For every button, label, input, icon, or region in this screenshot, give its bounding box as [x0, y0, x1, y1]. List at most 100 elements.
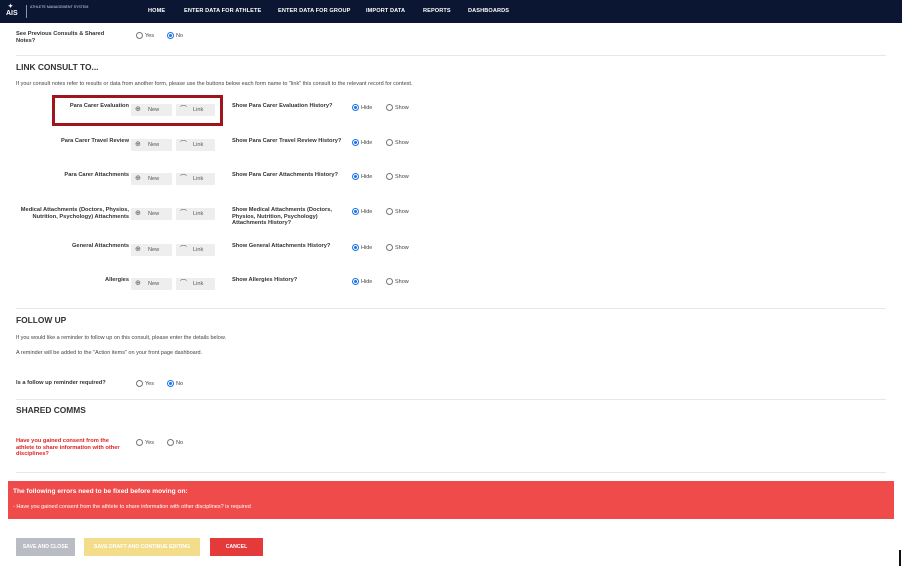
link-button-label: Link	[193, 211, 204, 217]
error-panel: The following errors need to be fixed be…	[8, 481, 894, 519]
radio-label: Hide	[361, 139, 373, 146]
radio-label: Show	[395, 139, 409, 146]
cancel-button[interactable]: CANCEL	[210, 538, 263, 556]
paperclip-icon: ⌒	[180, 141, 187, 148]
radio-label: No	[176, 439, 184, 446]
radio-label: Show	[395, 104, 409, 111]
history-hide-radio[interactable]: Hide	[352, 139, 372, 146]
divider	[16, 399, 886, 400]
highlight-box	[52, 95, 223, 126]
new-button-label: New	[148, 211, 160, 217]
text-cursor	[899, 550, 901, 566]
save-draft-button[interactable]: SAVE DRAFT AND CONTINUE EDITING	[84, 538, 200, 556]
form-name-label: Para Carer Attachments	[64, 172, 129, 178]
plus-circle-icon: ⊕	[135, 246, 141, 253]
nav-import-data[interactable]: IMPORT DATA	[366, 8, 405, 14]
follow-up-yes[interactable]: Yes	[136, 380, 154, 387]
link-record-button[interactable]: ⌒ Link	[176, 139, 215, 151]
history-show-radio[interactable]: Show	[386, 278, 409, 285]
plus-circle-icon: ⊕	[135, 141, 141, 148]
link-button-label: Link	[193, 142, 204, 148]
new-record-button[interactable]: ⊕ New	[131, 139, 172, 151]
logo-mark: AIS	[6, 10, 18, 17]
plus-circle-icon: ⊕	[135, 280, 141, 287]
history-hide-radio[interactable]: Hide	[352, 244, 372, 251]
paperclip-icon: ⌒	[180, 175, 187, 182]
history-hide-radio[interactable]: Hide	[352, 278, 372, 285]
radio-icon	[136, 439, 143, 446]
radio-label: Hide	[361, 244, 373, 251]
nav-enter-data-group[interactable]: ENTER DATA FOR GROUP	[278, 8, 350, 14]
radio-label: Show	[395, 278, 409, 285]
radio-selected-icon	[352, 104, 359, 111]
history-hide-radio[interactable]: Hide	[352, 104, 372, 111]
new-button-label: New	[148, 247, 160, 253]
history-show-radio[interactable]: Show	[386, 208, 409, 215]
radio-icon	[386, 139, 393, 146]
link-record-button[interactable]: ⌒ Link	[176, 244, 215, 256]
see-previous-no[interactable]: No	[167, 32, 183, 39]
form-name-label: General Attachments	[72, 243, 129, 249]
link-button-label: Link	[193, 247, 204, 253]
radio-selected-icon	[352, 208, 359, 215]
divider	[16, 308, 886, 309]
shared-comms-heading: SHARED COMMS	[16, 405, 86, 415]
follow-up-no[interactable]: No	[167, 380, 183, 387]
radio-label: Show	[395, 208, 409, 215]
paperclip-icon: ⌒	[180, 280, 187, 287]
history-label: Show Para Carer Evaluation History?	[232, 103, 333, 109]
new-button-label: New	[148, 142, 160, 148]
history-show-radio[interactable]: Show	[386, 244, 409, 251]
new-record-button[interactable]: ⊕ New	[131, 244, 172, 256]
radio-label: Hide	[361, 278, 373, 285]
link-record-button[interactable]: ⌒ Link	[176, 278, 215, 290]
see-previous-label: See Previous Consults & Shared Notes?	[16, 31, 105, 44]
history-show-radio[interactable]: Show	[386, 139, 409, 146]
see-previous-yes[interactable]: Yes	[136, 32, 154, 39]
history-label: Show Para Carer Travel Review History?	[232, 138, 342, 144]
divider	[16, 55, 886, 56]
link-consult-intro: If your consult notes refer to results o…	[16, 81, 413, 87]
paperclip-icon: ⌒	[180, 210, 187, 217]
nav-home[interactable]: HOME	[148, 8, 165, 14]
history-hide-radio[interactable]: Hide	[352, 173, 372, 180]
radio-label: Show	[395, 244, 409, 251]
radio-label: Yes	[145, 439, 154, 446]
top-nav-bar: AIS ✦ ATHLETE MANAGEMENT SYSTEM HOME ENT…	[0, 0, 902, 23]
new-record-button[interactable]: ⊕ New	[131, 208, 172, 220]
form-name-label: Medical Attachments (Doctors, Physios, N…	[20, 207, 129, 220]
link-record-button[interactable]: ⌒ Link	[176, 208, 215, 220]
follow-up-line-1: If you would like a reminder to follow u…	[16, 335, 227, 341]
error-title: The following errors need to be fixed be…	[13, 488, 188, 495]
radio-label: Hide	[361, 208, 373, 215]
ais-logo[interactable]: AIS ✦ ATHLETE MANAGEMENT SYSTEM	[6, 3, 88, 20]
link-button-label: Link	[193, 281, 204, 287]
radio-label: Yes	[145, 380, 154, 387]
new-record-button[interactable]: ⊕ New	[131, 278, 172, 290]
nav-reports[interactable]: REPORTS	[423, 8, 451, 14]
radio-label: Show	[395, 173, 409, 180]
new-button-label: New	[148, 176, 160, 182]
radio-icon	[386, 208, 393, 215]
radio-icon	[386, 173, 393, 180]
new-record-button[interactable]: ⊕ New	[131, 173, 172, 185]
radio-selected-icon	[352, 173, 359, 180]
consent-no[interactable]: No	[167, 439, 183, 446]
plus-circle-icon: ⊕	[135, 210, 141, 217]
link-record-button[interactable]: ⌒ Link	[176, 173, 215, 185]
follow-up-line-2: A reminder will be added to the "Action …	[16, 350, 203, 356]
link-consult-heading: LINK CONSULT TO...	[16, 62, 99, 72]
history-label: Show Medical Attachments (Doctors, Physi…	[232, 207, 332, 227]
paperclip-icon: ⌒	[180, 246, 187, 253]
radio-selected-icon	[352, 139, 359, 146]
history-show-radio[interactable]: Show	[386, 104, 409, 111]
history-label: Show Para Carer Attachments History?	[232, 172, 338, 178]
nav-enter-data-athlete[interactable]: ENTER DATA FOR ATHLETE	[184, 8, 261, 14]
history-show-radio[interactable]: Show	[386, 173, 409, 180]
history-hide-radio[interactable]: Hide	[352, 208, 372, 215]
radio-label: No	[176, 32, 184, 39]
nav-dashboards[interactable]: DASHBOARDS	[468, 8, 509, 14]
kangaroo-icon: ✦	[8, 4, 14, 10]
save-and-close-button[interactable]: SAVE AND CLOSE	[16, 538, 75, 556]
consent-yes[interactable]: Yes	[136, 439, 154, 446]
